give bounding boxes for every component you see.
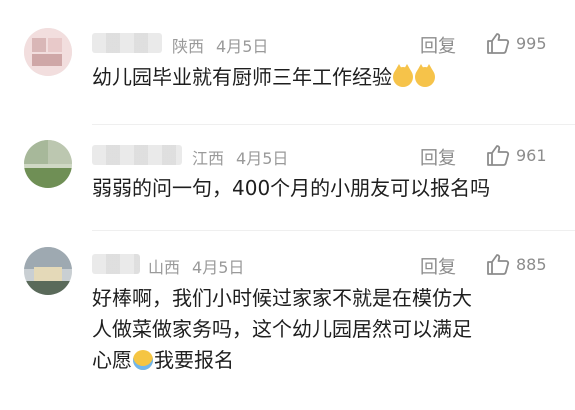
date-label: 4月5日 xyxy=(192,258,245,277)
divider xyxy=(92,230,575,231)
avatar[interactable] xyxy=(24,140,72,188)
comment-meta: 江西 4月5日 xyxy=(192,145,300,169)
thumbs-up-icon xyxy=(487,145,510,166)
comment-body: 幼儿园毕业就有厨师三年工作经验 xyxy=(92,65,392,89)
comment-meta: 山西 4月5日 xyxy=(148,254,256,278)
avatar[interactable] xyxy=(24,28,72,76)
like-count: 995 xyxy=(516,33,547,53)
reply-button[interactable]: 回复 xyxy=(420,253,456,279)
comment-line: 好棒啊，我们小时候过家家不就是在模仿大 xyxy=(92,286,472,310)
comment-meta: 陕西 4月5日 xyxy=(172,33,280,57)
location-label: 陕西 xyxy=(172,37,205,56)
avatar[interactable] xyxy=(24,247,72,295)
thumbs-up-icon xyxy=(487,33,510,54)
date-label: 4月5日 xyxy=(216,37,269,56)
thumbs-up-icon xyxy=(487,254,510,275)
cat-emoji xyxy=(393,64,413,87)
comment-text: 幼儿园毕业就有厨师三年工作经验 xyxy=(92,62,562,93)
location-label: 江西 xyxy=(192,149,225,168)
comment-body: 弱弱的问一句，400个月的小朋友可以报名吗 xyxy=(92,176,491,200)
reply-button[interactable]: 回复 xyxy=(420,32,456,58)
comment-text: 弱弱的问一句，400个月的小朋友可以报名吗 xyxy=(92,173,562,204)
comment-line: 心愿 我要报名 xyxy=(92,345,562,376)
username[interactable] xyxy=(92,33,162,53)
like-button[interactable]: 885 xyxy=(486,253,547,275)
like-count: 961 xyxy=(516,145,547,165)
username[interactable] xyxy=(92,145,182,165)
divider xyxy=(92,124,575,125)
location-label: 山西 xyxy=(148,258,181,277)
crying-emoji xyxy=(133,350,153,370)
comment-line-start: 心愿 xyxy=(92,348,132,372)
date-label: 4月5日 xyxy=(236,149,289,168)
cat-emoji xyxy=(415,64,435,87)
like-count: 885 xyxy=(516,254,547,274)
reply-button[interactable]: 回复 xyxy=(420,144,456,170)
comment-line: 人做菜做家务吗，这个幼儿园居然可以满足 xyxy=(92,317,472,341)
like-button[interactable]: 961 xyxy=(486,144,547,166)
comment-text: 好棒啊，我们小时候过家家不就是在模仿大 人做菜做家务吗，这个幼儿园居然可以满足 … xyxy=(92,283,562,376)
username[interactable] xyxy=(92,254,140,274)
like-button[interactable]: 995 xyxy=(486,32,547,54)
comment-line-end: 我要报名 xyxy=(154,348,234,372)
